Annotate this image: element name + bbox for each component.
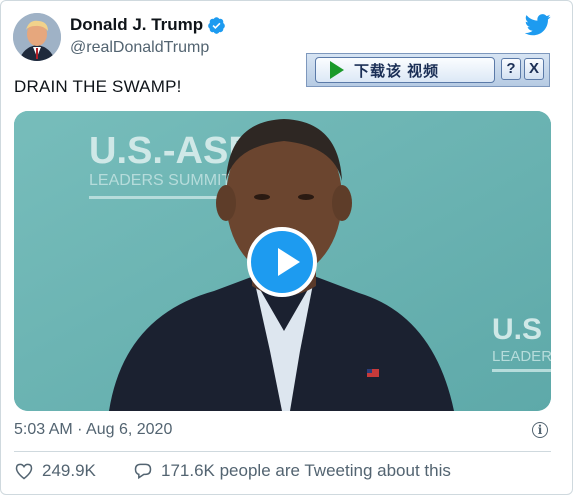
twitter-bird-icon[interactable] [525, 14, 551, 36]
info-icon[interactable]: i [532, 422, 548, 438]
download-video-button[interactable]: 下载该 视频 [315, 57, 495, 83]
avatar[interactable] [13, 13, 61, 61]
play-button[interactable] [247, 227, 317, 297]
tweet-timestamp[interactable]: 5:03 AM · Aug 6, 2020 [14, 421, 172, 439]
author-name-row[interactable]: Donald J. Trump [70, 15, 226, 35]
author-name[interactable]: Donald J. Trump [70, 15, 203, 35]
backdrop-text-sub: LEADERS SUMMIT [89, 172, 231, 189]
close-toolbar-button[interactable]: X [524, 58, 544, 80]
backdrop-text-right-sub: LEADER [492, 348, 551, 365]
help-button[interactable]: ? [501, 58, 521, 80]
tweet-text: DRAIN THE SWAMP! [14, 77, 182, 96]
tweeting-about-link[interactable]: 171.6K people are Tweeting about this [133, 461, 451, 481]
tweeting-about-text: 171.6K people are Tweeting about this [161, 461, 451, 480]
like-button[interactable]: 249.9K [14, 461, 96, 481]
download-play-icon [330, 61, 344, 79]
backdrop-text-right: U.S [492, 313, 542, 346]
divider [14, 451, 551, 452]
heart-icon [15, 463, 33, 480]
tweet-card: Donald J. Trump @realDonaldTrump DRAIN T… [0, 0, 573, 495]
verified-badge-icon [208, 16, 225, 34]
author-handle[interactable]: @realDonaldTrump [70, 39, 209, 57]
like-count: 249.9K [42, 461, 96, 480]
video-download-toolbar: 下载该 视频 ? X [306, 53, 550, 87]
reply-bubble-icon [134, 463, 152, 480]
download-video-label: 下载该 视频 [354, 62, 440, 80]
video-player[interactable]: U.S.-ASEAN LEADERS SUMMIT U.S LEADER [14, 111, 551, 411]
